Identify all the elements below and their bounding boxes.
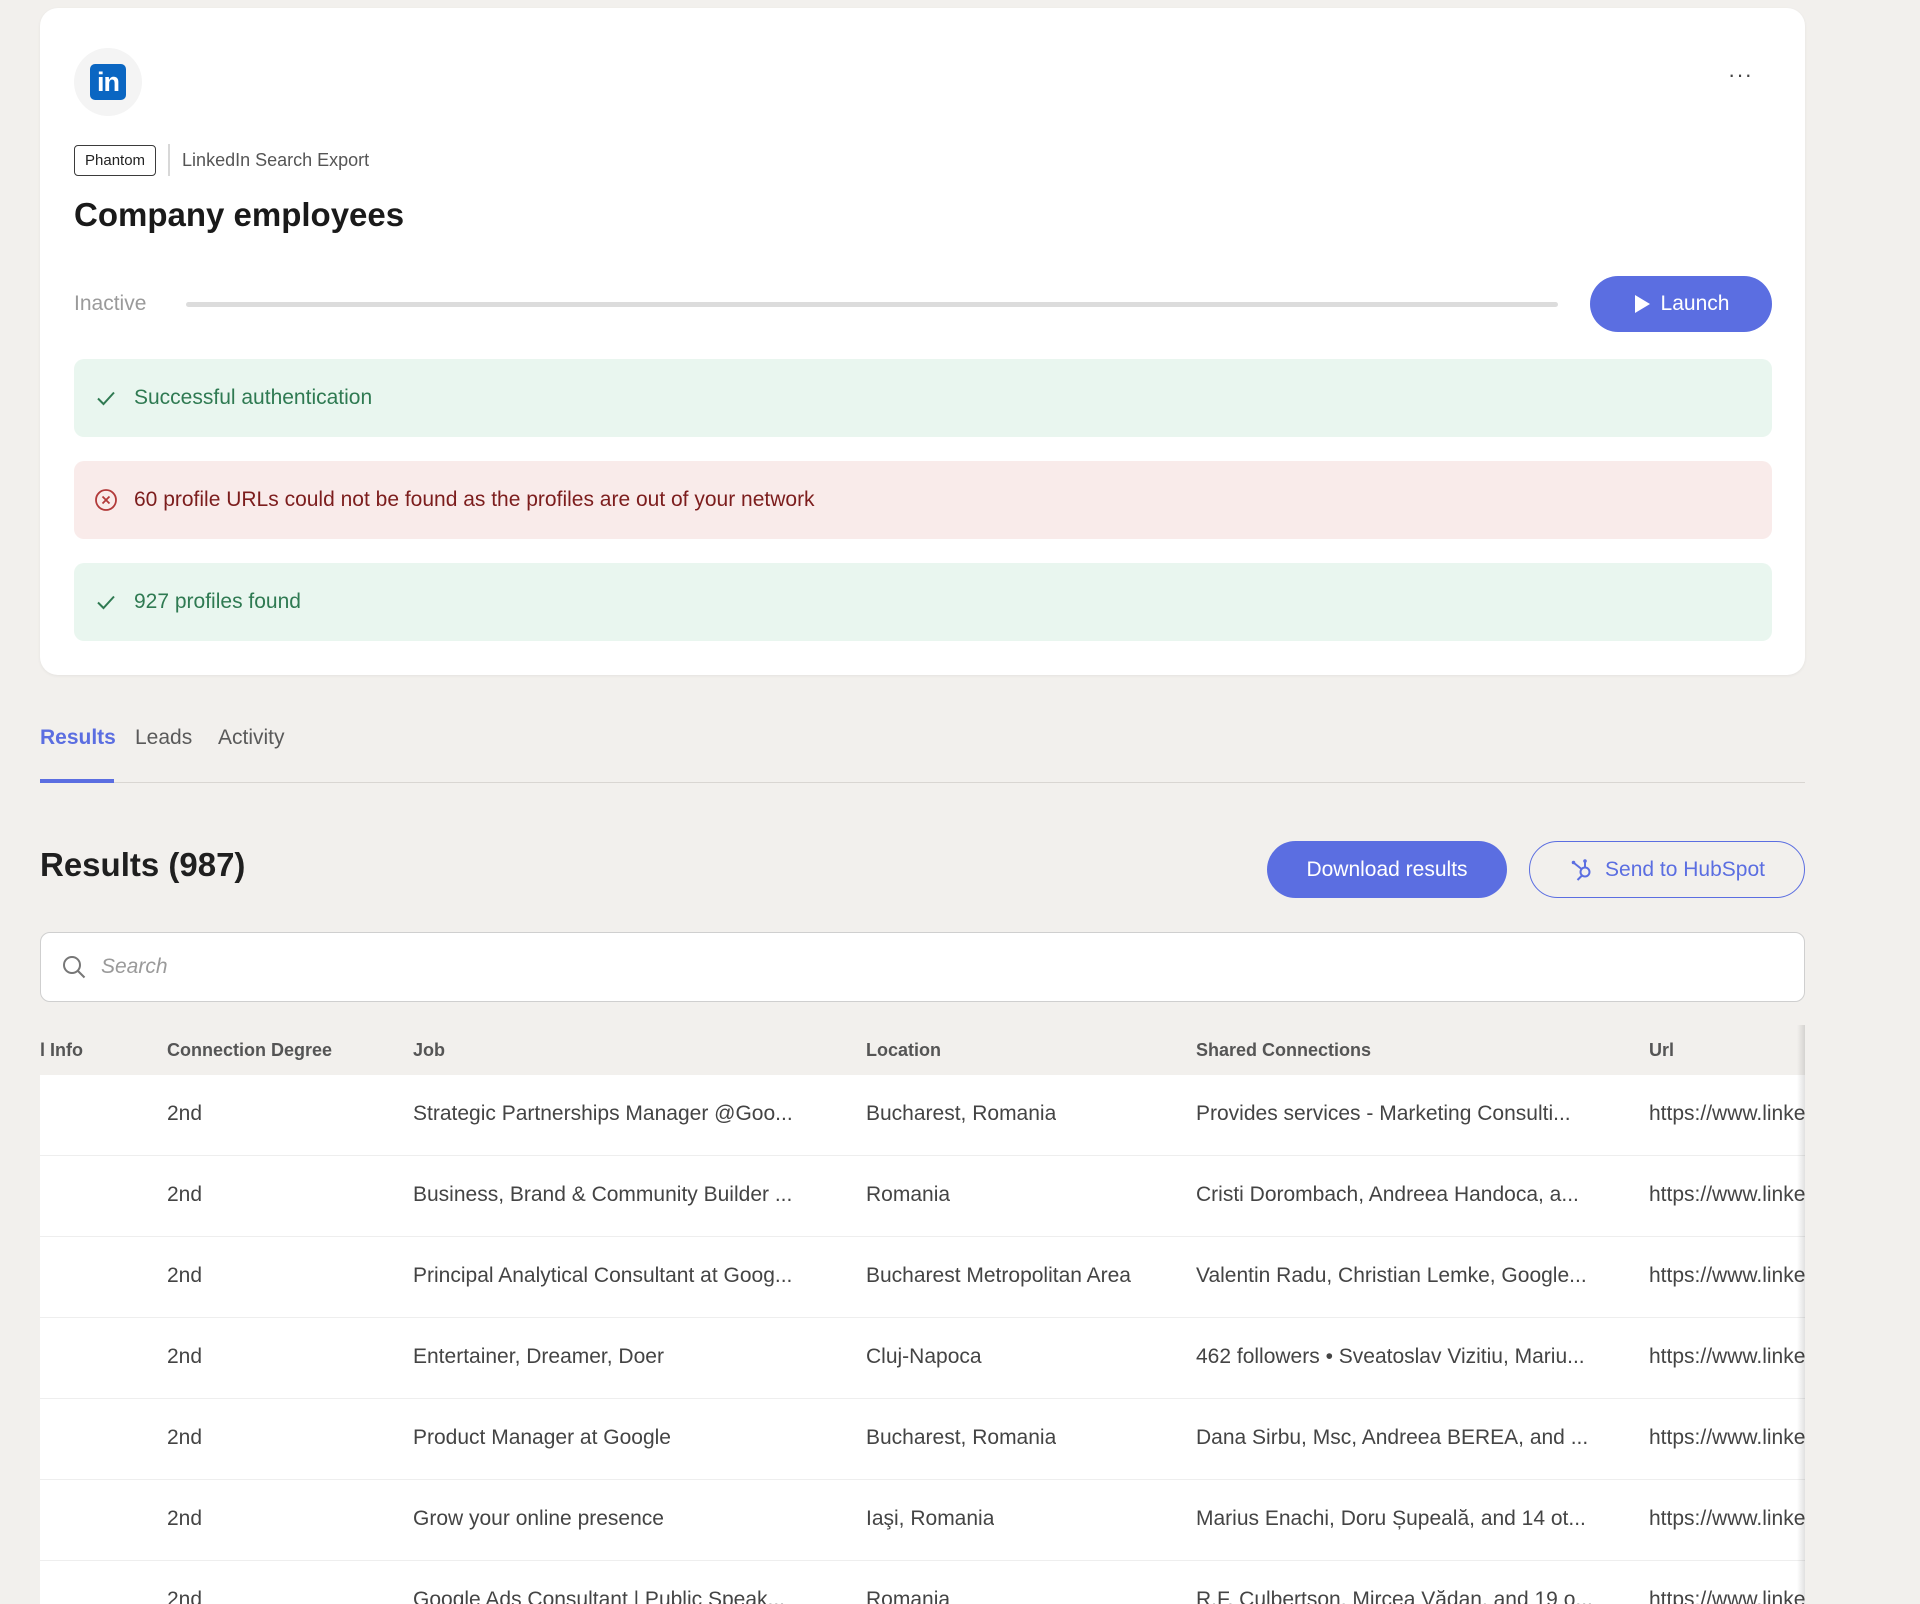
more-options-icon[interactable]: ···	[1728, 64, 1753, 86]
column-header-shared-connections[interactable]: Shared Connections	[1196, 1040, 1371, 1061]
linkedin-logo-badge: in	[74, 48, 142, 116]
send-to-hubspot-button[interactable]: Send to HubSpot	[1529, 841, 1805, 898]
cell-connection-degree: 2nd	[167, 1264, 203, 1287]
cell-location: Romania	[866, 1588, 951, 1604]
cell-job: Grow your online presence	[413, 1507, 664, 1530]
breadcrumb-label[interactable]: LinkedIn Search Export	[182, 150, 369, 171]
cell-shared-connections: Valentin Radu, Christian Lemke, Google..…	[1196, 1264, 1587, 1287]
scroll-edge-shadow	[1797, 1025, 1805, 1604]
column-header-info[interactable]: l Info	[40, 1040, 83, 1061]
alert-success-auth: Successful authentication	[74, 359, 1772, 437]
cell-shared-connections: Cristi Dorombach, Andreea Handoca, a...	[1196, 1183, 1579, 1206]
cell-job: Business, Brand & Community Builder ...	[413, 1183, 793, 1206]
cell-shared-connections: Provides services - Marketing Consulti..…	[1196, 1102, 1571, 1125]
linkedin-icon: in	[90, 64, 126, 100]
cell-location: Bucharest, Romania	[866, 1102, 1057, 1125]
table-row[interactable]: 2nd Strategic Partnerships Manager @Goo..…	[40, 1075, 1805, 1156]
cell-url[interactable]: https://www.linkedin	[1649, 1345, 1805, 1369]
launch-button[interactable]: Launch	[1590, 276, 1772, 332]
results-title: Results (987)	[40, 846, 246, 883]
cell-job: Product Manager at Google	[413, 1426, 671, 1449]
column-header-url[interactable]: Url	[1649, 1040, 1674, 1061]
x-circle-icon	[95, 489, 117, 511]
table-row[interactable]: 2nd Entertainer, Dreamer, Doer Cluj-Napoca…	[40, 1318, 1805, 1399]
page-title: Company employees	[74, 196, 405, 233]
check-icon	[97, 595, 115, 610]
cell-location: Iaşi, Romania	[866, 1507, 995, 1530]
cell-shared-connections: Dana Sirbu, Msc, Andreea BEREA, and ...	[1196, 1426, 1589, 1449]
cell-job: Google Ads Consultant | Public Speak...	[413, 1588, 786, 1604]
play-icon	[1634, 295, 1650, 313]
alert-text: Successful authentication	[134, 386, 373, 409]
cell-url[interactable]: https://www.linkedin	[1649, 1264, 1805, 1288]
search-bar	[40, 932, 1805, 1002]
progress-bar	[186, 302, 1558, 307]
table-row[interactable]: 2nd Grow your online presence Iaşi, Romani…	[40, 1480, 1805, 1561]
cell-url[interactable]: https://www.linkedin	[1649, 1183, 1805, 1207]
launch-label: Launch	[1660, 292, 1730, 315]
alert-error-network: 60 profile URLs could not be found as th…	[74, 461, 1772, 539]
alert-success-profiles: 927 profiles found	[74, 563, 1772, 641]
status-row: Inactive Launch	[74, 276, 1772, 332]
cell-location: Bucharest, Romania	[866, 1426, 1057, 1449]
check-icon	[97, 391, 115, 406]
cell-shared-connections: 462 followers • Sveatoslav Vizitiu, Mari…	[1196, 1345, 1585, 1368]
download-results-button[interactable]: Download results	[1267, 841, 1507, 898]
cell-location: Cluj-Napoca	[866, 1345, 982, 1368]
cell-connection-degree: 2nd	[167, 1426, 203, 1449]
cell-job: Entertainer, Dreamer, Doer	[413, 1345, 664, 1368]
cell-url[interactable]: https://www.linkedin	[1649, 1588, 1805, 1604]
table-row[interactable]: 2nd Google Ads Consultant | Public Speak.…	[40, 1561, 1805, 1604]
column-header-location[interactable]: Location	[866, 1040, 941, 1061]
tab-results[interactable]: Results	[40, 726, 116, 750]
tab-activity[interactable]: Activity	[218, 726, 285, 750]
cell-connection-degree: 2nd	[167, 1102, 203, 1125]
hubspot-icon	[1571, 858, 1591, 881]
cell-job: Principal Analytical Consultant at Goog.…	[413, 1264, 793, 1287]
search-input[interactable]	[99, 954, 1804, 980]
breadcrumb-divider	[168, 144, 171, 176]
column-header-job[interactable]: Job	[413, 1040, 445, 1061]
cell-location: Bucharest Metropolitan Area	[866, 1264, 1131, 1287]
search-icon	[63, 956, 86, 979]
breadcrumb: Phantom LinkedIn Search Export	[74, 144, 369, 176]
status-label: Inactive	[74, 292, 147, 315]
tab-bar: Results Leads Activity	[40, 714, 1805, 783]
column-header-connection-degree[interactable]: Connection Degree	[167, 1040, 332, 1061]
hubspot-label: Send to HubSpot	[1605, 857, 1765, 881]
table-row[interactable]: 2nd Principal Analytical Consultant at Go…	[40, 1237, 1805, 1318]
alert-text: 60 profile URLs could not be found as th…	[134, 488, 815, 511]
cell-connection-degree: 2nd	[167, 1183, 203, 1206]
cell-location: Romania	[866, 1183, 951, 1206]
alert-text: 927 profiles found	[134, 590, 301, 613]
cell-connection-degree: 2nd	[167, 1588, 203, 1604]
cell-shared-connections: Marius Enachi, Doru Șupeală, and 14 ot..…	[1196, 1507, 1586, 1530]
tab-leads[interactable]: Leads	[135, 726, 192, 750]
results-table: l Info Connection Degree Job Location Sh…	[40, 1025, 1805, 1604]
cell-connection-degree: 2nd	[167, 1345, 203, 1368]
table-header: l Info Connection Degree Job Location Sh…	[40, 1025, 1805, 1075]
table-row[interactable]: 2nd Product Manager at Google Bucharest, R…	[40, 1399, 1805, 1480]
cell-url[interactable]: https://www.linkedin	[1649, 1507, 1805, 1531]
cell-url[interactable]: https://www.linkedin	[1649, 1102, 1805, 1126]
phantom-tag: Phantom	[74, 144, 157, 176]
phantom-card: in ··· Phantom LinkedIn Search Export Co…	[40, 8, 1805, 675]
cell-job: Strategic Partnerships Manager @Goo...	[413, 1102, 793, 1125]
cell-shared-connections: R.F. Culbertson, Mircea Vădan, and 19 o.…	[1196, 1588, 1593, 1604]
active-tab-indicator	[40, 779, 114, 783]
cell-connection-degree: 2nd	[167, 1507, 203, 1530]
cell-url[interactable]: https://www.linkedin	[1649, 1426, 1805, 1450]
table-row[interactable]: 2nd Business, Brand & Community Builder .…	[40, 1156, 1805, 1237]
